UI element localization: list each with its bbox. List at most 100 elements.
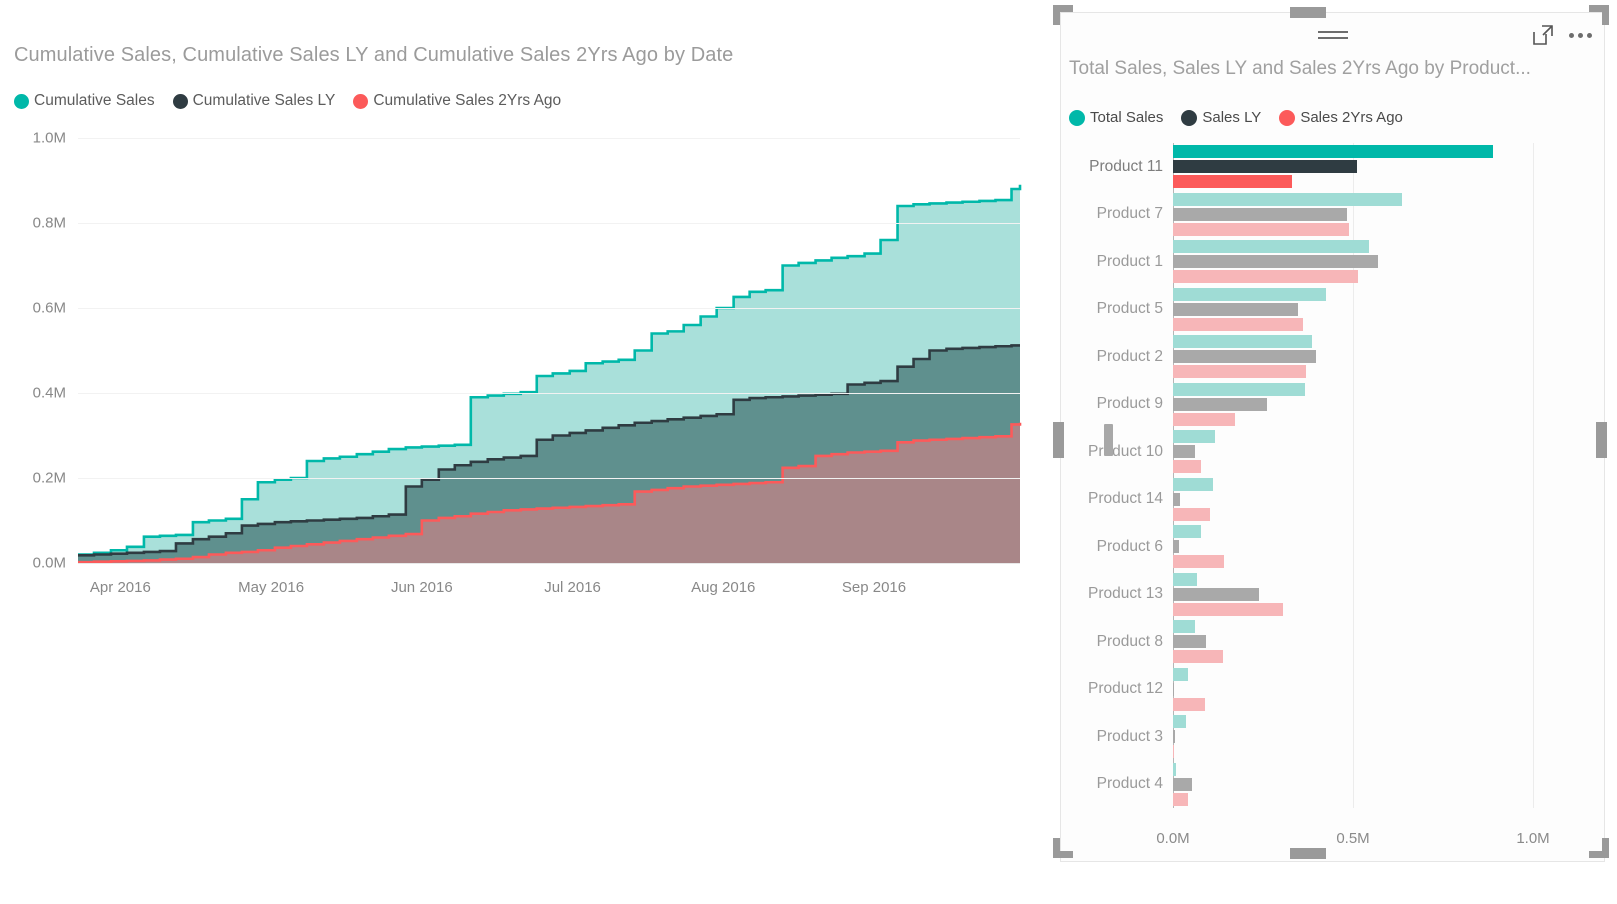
drag-grip-icon[interactable] — [1317, 31, 1348, 40]
bar-chart-category-group[interactable] — [1173, 620, 1533, 664]
bar-chart-bar[interactable] — [1173, 762, 1176, 776]
selection-handle-top-left[interactable] — [1053, 5, 1073, 25]
bar-chart-category-group[interactable] — [1173, 667, 1533, 711]
bar-chart-category-group[interactable] — [1173, 477, 1533, 521]
visual-header — [1061, 13, 1604, 55]
product-sales-bar-chart-visual[interactable]: Total Sales, Sales LY and Sales 2Yrs Ago… — [1060, 12, 1605, 862]
bar-chart-bar[interactable] — [1173, 350, 1317, 364]
selection-handle-top-center[interactable] — [1290, 7, 1326, 18]
bar-chart-bar[interactable] — [1173, 492, 1181, 506]
bar-chart-bar[interactable] — [1173, 145, 1494, 159]
legend-item-total-sales[interactable]: Total Sales — [1069, 109, 1163, 126]
area-chart-x-axis-tick: Apr 2016 — [89, 579, 151, 596]
bar-chart-category-group[interactable] — [1173, 572, 1533, 616]
more-options-icon[interactable] — [1569, 23, 1592, 47]
bar-chart-bar[interactable] — [1173, 792, 1189, 806]
bar-chart-bar[interactable] — [1173, 555, 1225, 569]
bar-chart-category-group[interactable] — [1173, 715, 1533, 759]
bar-chart-bar[interactable] — [1173, 572, 1198, 586]
bar-chart-bar[interactable] — [1173, 697, 1205, 711]
selection-handle-bottom-right[interactable] — [1589, 838, 1609, 858]
bar-chart-bar[interactable] — [1173, 412, 1235, 426]
bar-chart-bar[interactable] — [1173, 682, 1175, 696]
bar-chart-category-group[interactable] — [1173, 430, 1533, 474]
legend-item-label: Cumulative Sales — [34, 92, 155, 109]
bar-chart-bar[interactable] — [1173, 650, 1223, 664]
bar-chart-category-group[interactable] — [1173, 287, 1533, 331]
legend-item-sales-ly[interactable]: Sales LY — [1181, 109, 1261, 126]
legend-item-cumulative-sales[interactable]: Cumulative Sales — [14, 92, 155, 110]
bar-chart-bar[interactable] — [1173, 207, 1347, 221]
bar-chart-bar[interactable] — [1173, 667, 1189, 681]
bar-chart-category-label[interactable]: Product 8 — [1097, 633, 1163, 651]
bar-chart-category-label[interactable]: Product 2 — [1097, 348, 1163, 366]
bar-chart-bar[interactable] — [1173, 382, 1306, 396]
bar-chart-category-label[interactable]: Product 14 — [1088, 490, 1163, 508]
bar-chart-bar[interactable] — [1173, 255, 1379, 269]
bar-chart-bar[interactable] — [1173, 445, 1196, 459]
legend-item-cumulative-sales-ly[interactable]: Cumulative Sales LY — [172, 92, 335, 110]
area-chart-y-axis-tick: 0.0M — [32, 554, 66, 572]
selection-handle-top-right[interactable] — [1589, 5, 1609, 25]
bar-chart-bar[interactable] — [1173, 745, 1175, 759]
bar-chart-category-label[interactable]: Product 10 — [1088, 443, 1163, 461]
bar-chart-category-label[interactable]: Product 3 — [1097, 728, 1163, 746]
bar-chart-category-group[interactable] — [1173, 145, 1533, 189]
legend-item-sales-2yrs-ago[interactable]: Sales 2Yrs Ago — [1279, 109, 1403, 126]
cumulative-sales-area-chart-visual[interactable]: Cumulative Sales, Cumulative Sales LY an… — [0, 0, 1040, 640]
bar-chart-bar[interactable] — [1173, 620, 1196, 634]
bar-chart-category-label[interactable]: Product 13 — [1088, 585, 1163, 603]
legend-item-label: Sales LY — [1202, 109, 1262, 126]
bar-chart-category-group[interactable] — [1173, 382, 1533, 426]
bar-chart-bar[interactable] — [1173, 460, 1202, 474]
bar-chart-category-label[interactable]: Product 9 — [1097, 395, 1163, 413]
bar-chart-category-group[interactable] — [1173, 525, 1533, 569]
selection-handle-bottom-center[interactable] — [1290, 848, 1326, 859]
bar-chart-bar[interactable] — [1173, 730, 1175, 744]
bar-chart-category-label[interactable]: Product 4 — [1097, 775, 1163, 793]
bar-chart-bar[interactable] — [1173, 175, 1292, 189]
report-canvas: Cumulative Sales, Cumulative Sales LY an… — [0, 0, 1617, 904]
bar-chart-category-label[interactable]: Product 5 — [1097, 300, 1163, 318]
bar-chart-bar[interactable] — [1173, 192, 1402, 206]
selection-handle-left-middle[interactable] — [1053, 422, 1064, 458]
bar-chart-category-group[interactable] — [1173, 192, 1533, 236]
bar-chart-bar[interactable] — [1173, 365, 1307, 379]
bar-chart-category-label[interactable]: Product 6 — [1097, 538, 1163, 556]
bar-chart-bar[interactable] — [1173, 270, 1359, 284]
bar-chart-bar[interactable] — [1173, 240, 1370, 254]
bar-chart-bar[interactable] — [1173, 477, 1214, 491]
bar-chart-bar[interactable] — [1173, 335, 1312, 349]
bar-chart-category-label[interactable]: Product 12 — [1088, 680, 1163, 698]
area-chart-plot-area[interactable]: 0.0M 0.2M 0.4M 0.6M 0.8M 1.0M Apr 2016 May 2016… — [33, 130, 1022, 596]
bar-chart-plot-area[interactable]: 0.0M 0.5M 1.0M Product 11 Product 7 Product 1… — [1088, 143, 1550, 847]
selection-handle-right-middle[interactable] — [1596, 422, 1607, 458]
bar-chart-category-label[interactable]: Product 7 — [1097, 205, 1163, 223]
bar-chart-bar[interactable] — [1173, 777, 1192, 791]
legend-item-cumulative-sales-2yrs-ago[interactable]: Cumulative Sales 2Yrs Ago — [353, 92, 561, 110]
legend-color-dot-icon — [14, 93, 29, 109]
bar-chart-bar[interactable] — [1173, 430, 1216, 444]
area-chart-gridline — [78, 393, 1020, 394]
bar-chart-bar[interactable] — [1173, 525, 1202, 539]
bar-chart-category-group[interactable] — [1173, 762, 1533, 806]
focus-mode-icon[interactable] — [1531, 23, 1555, 47]
bar-chart-bar[interactable] — [1173, 540, 1180, 554]
bar-chart-category-label[interactable]: Product 1 — [1097, 253, 1163, 271]
selection-handle-bottom-left[interactable] — [1053, 838, 1073, 858]
bar-chart-bar[interactable] — [1173, 635, 1207, 649]
bar-chart-category-group[interactable] — [1173, 335, 1533, 379]
bar-chart-bar[interactable] — [1173, 160, 1357, 174]
bar-chart-bar[interactable] — [1173, 397, 1268, 411]
bar-chart-bar[interactable] — [1173, 587, 1260, 601]
bar-chart-category-label[interactable]: Product 11 — [1089, 158, 1163, 176]
bar-chart-category-group[interactable] — [1173, 240, 1533, 284]
bar-chart-bar[interactable] — [1173, 715, 1186, 729]
bar-chart-bar[interactable] — [1173, 317, 1304, 331]
bar-chart-bar[interactable] — [1173, 287, 1326, 301]
bar-chart-bar[interactable] — [1173, 222, 1350, 236]
bar-chart-bar[interactable] — [1173, 302, 1299, 316]
bar-chart-scrollbar-thumb[interactable] — [1104, 424, 1113, 456]
bar-chart-bar[interactable] — [1173, 602, 1283, 616]
bar-chart-bar[interactable] — [1173, 507, 1210, 521]
